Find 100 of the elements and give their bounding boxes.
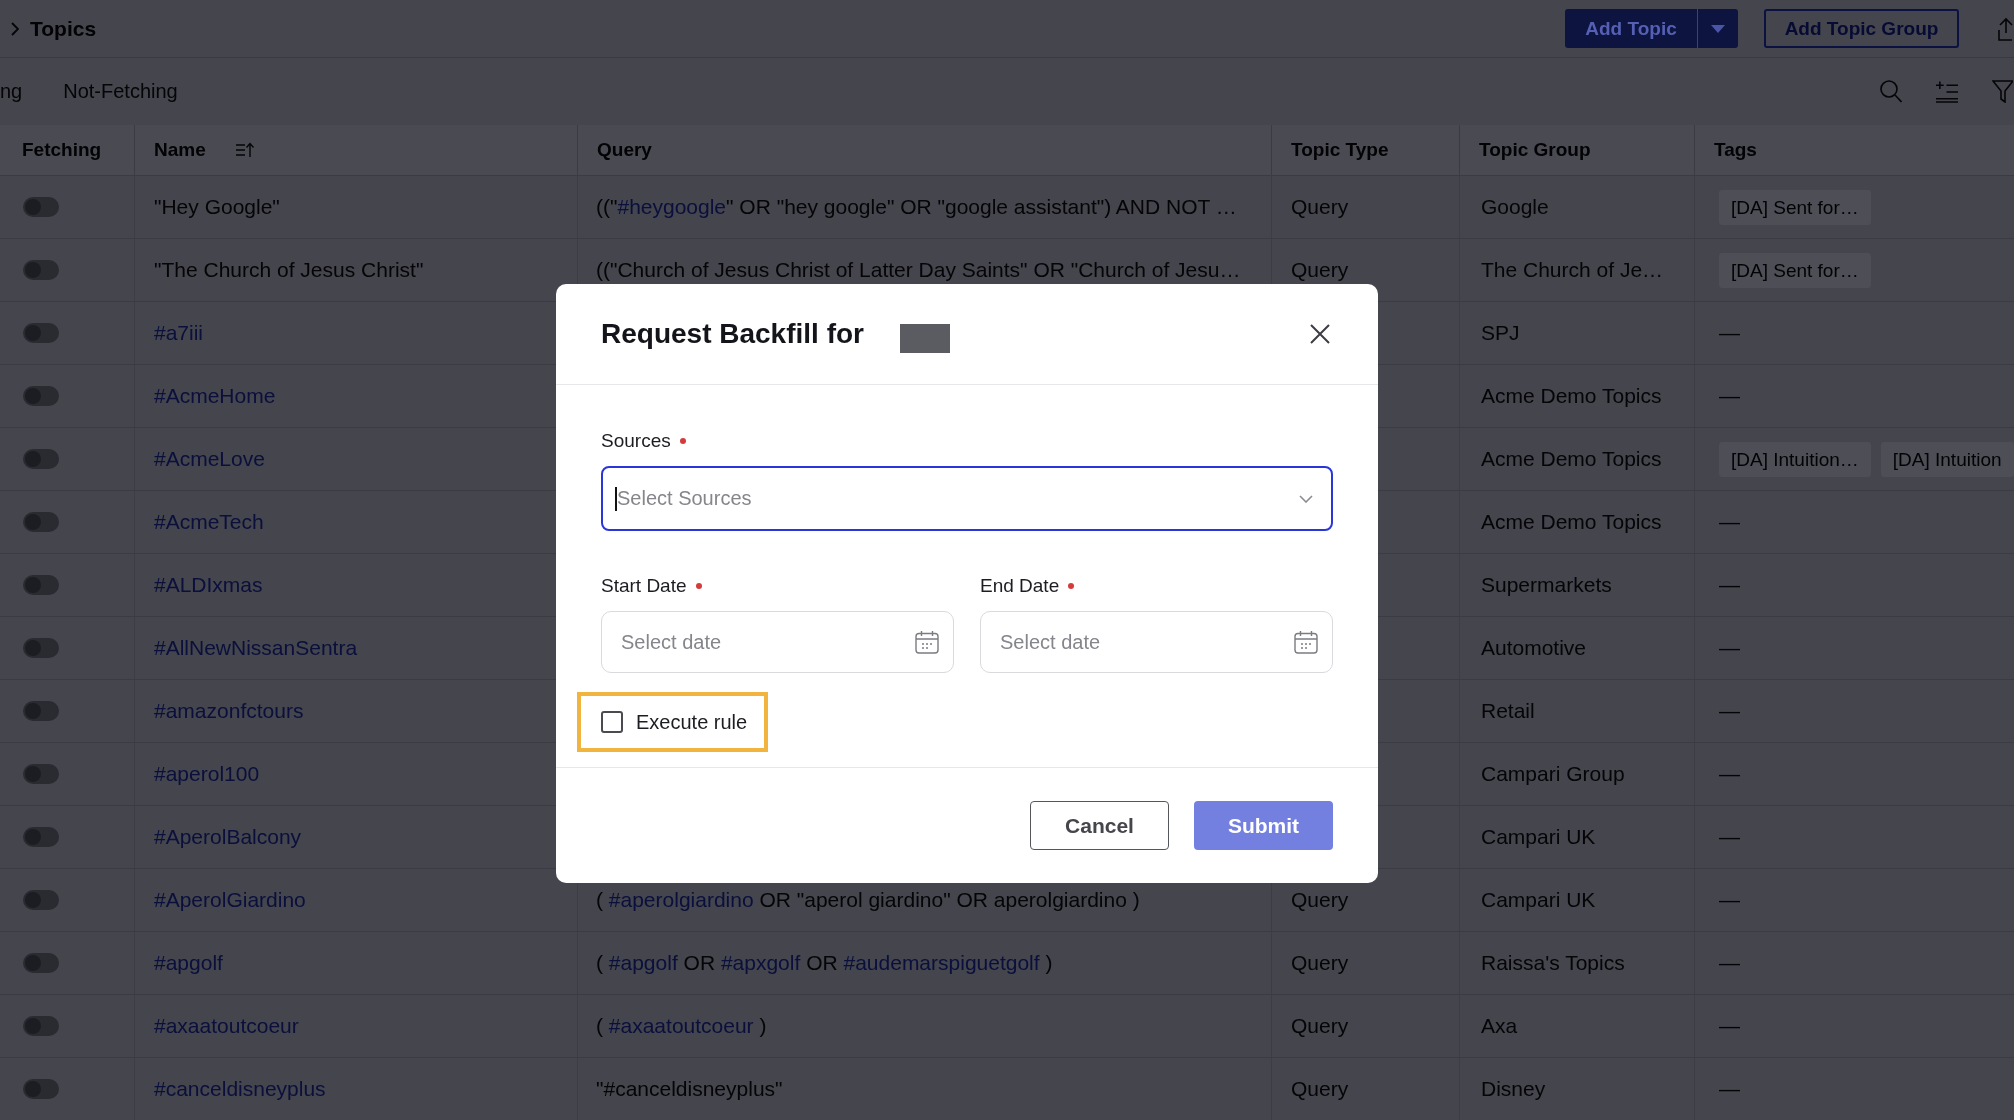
topic-group-text: The Church of Je… (1481, 258, 1664, 282)
topic-name-link[interactable]: #amazonfctours (154, 699, 304, 723)
topic-group-text: Acme Demo Topics (1481, 510, 1662, 534)
column-header: Fetching (22, 139, 102, 161)
empty-dash: — (1719, 825, 1740, 849)
topic-group-text: Disney (1481, 1077, 1546, 1101)
column-header: Query (597, 139, 652, 161)
topic-group-text: Retail (1481, 699, 1535, 723)
hashtag-link[interactable]: #apgolf (608, 951, 678, 974)
empty-dash: — (1719, 699, 1740, 723)
empty-dash: — (1719, 762, 1740, 786)
search-icon[interactable] (1880, 80, 1902, 103)
topic-type-text: Query (1291, 195, 1349, 219)
topic-name-link[interactable]: #aperol100 (154, 762, 260, 786)
cancel-button[interactable]: Cancel (1030, 801, 1169, 850)
toggle-switch[interactable] (23, 260, 59, 280)
topic-group-text: Campari UK (1481, 825, 1596, 849)
topic-type-text: Query (1291, 1014, 1349, 1038)
close-icon (1310, 324, 1330, 344)
filter-tab[interactable]: Not-Fetching (63, 80, 178, 103)
checkbox[interactable] (601, 711, 623, 733)
query-text: "#canceldisneyplus" (596, 1077, 783, 1101)
query-text: ( #apgolf OR #apxgolf OR #audemarspiguetgolf ) (596, 951, 1053, 975)
empty-dash: — (1719, 573, 1740, 597)
calendar-icon (915, 630, 939, 654)
topic-name-link[interactable]: #axaatoutcoeur (154, 1014, 299, 1038)
topic-group-text: Raissa's Topics (1481, 951, 1625, 975)
sources-select[interactable]: Select Sources (601, 466, 1333, 531)
query-text: (("#heygoogle" OR "hey google" OR "google assistant") AND NOT … (596, 195, 1237, 219)
list-plus-icon[interactable] (1936, 80, 1958, 103)
upload-icon[interactable] (1998, 16, 2013, 41)
empty-dash: — (1719, 321, 1740, 345)
topic-name-link[interactable]: #AperolGiardino (154, 888, 306, 912)
toggle-switch[interactable] (23, 197, 59, 217)
column-header: Topic Type (1291, 139, 1389, 161)
text-cursor-icon (615, 486, 617, 511)
toggle-switch[interactable] (23, 638, 59, 658)
hashtag-link[interactable]: #axaatoutcoeur (608, 1014, 754, 1037)
hashtag-link[interactable]: #audemarspiguetgolf (843, 951, 1040, 974)
topic-group-text: Google (1481, 195, 1549, 219)
query-text: ( #aperolgiardino OR "aperol giardino" OR aperolgiardino ) (596, 888, 1140, 912)
toggle-switch[interactable] (23, 449, 59, 469)
calendar-icon (1294, 630, 1318, 654)
toggle-switch[interactable] (23, 701, 59, 721)
hashtag-link[interactable]: #aperolgiardino (608, 888, 754, 911)
topic-type-text: Query (1291, 951, 1349, 975)
topic-group-text: Campari Group (1481, 762, 1625, 786)
topic-name-link[interactable]: #a7iii (154, 321, 204, 345)
topic-name-link[interactable]: #AllNewNissanSentra (154, 636, 358, 660)
topic-name-link[interactable]: #apgolf (154, 951, 223, 975)
toggle-switch[interactable] (23, 323, 59, 343)
toggle-switch[interactable] (23, 1079, 59, 1099)
hashtag-link[interactable]: #heygoogle (617, 195, 727, 218)
toggle-switch[interactable] (23, 1016, 59, 1036)
column-header: Topic Group (1479, 139, 1591, 161)
close-button[interactable] (1310, 324, 1330, 344)
dropdown-button[interactable] (1698, 9, 1738, 48)
tag-chip[interactable]: [DA] Sent for… (1719, 252, 1871, 288)
tag-chip[interactable]: [DA] Sent for… (1719, 189, 1871, 225)
topic-group-text: Axa (1481, 1014, 1518, 1038)
add-topic-button[interactable]: Add Topic (1565, 9, 1697, 48)
field-label: Start Date (601, 575, 687, 597)
topic-name-link[interactable]: #AcmeHome (154, 384, 276, 408)
topic-name-link[interactable]: #ALDIxmas (154, 573, 263, 597)
dialog-title: Request Backfill for (601, 318, 864, 350)
field-label: End Date (980, 575, 1060, 597)
empty-dash: — (1719, 1077, 1740, 1101)
toggle-switch[interactable] (23, 827, 59, 847)
topic-group-text: Automotive (1481, 636, 1587, 660)
topic-name-link[interactable]: #AcmeTech (154, 510, 264, 534)
topic-group-text: SPJ (1481, 321, 1520, 345)
topic-name-link[interactable]: "Hey Google" (154, 195, 280, 219)
checkbox-label[interactable]: Execute rule (636, 710, 748, 734)
toggle-switch[interactable] (23, 512, 59, 532)
toggle-switch[interactable] (23, 386, 59, 406)
sort-icon[interactable] (235, 142, 254, 158)
add-topic-group-button[interactable]: Add Topic Group (1764, 9, 1959, 48)
topic-type-text: Query (1291, 258, 1349, 282)
filter-icon[interactable] (1992, 80, 2013, 103)
topic-name-link[interactable]: #AcmeLove (154, 447, 265, 471)
tag-chip[interactable]: [DA] Intuition (1880, 441, 2014, 477)
date-field[interactable]: Select date (601, 611, 954, 673)
topic-name-link[interactable]: "The Church of Jesus Christ" (154, 258, 424, 282)
field-label: Sources (601, 430, 671, 452)
query-text: (("Church of Jesus Christ of Latter Day Saints" OR "Church of Jesu… (596, 258, 1241, 282)
tag-chip[interactable]: [DA] Intuition… (1719, 441, 1871, 477)
topic-type-text: Query (1291, 888, 1349, 912)
filter-tab[interactable]: ng (0, 80, 23, 103)
chevron-down-icon (1299, 494, 1313, 503)
toggle-switch[interactable] (23, 575, 59, 595)
topic-group-text: Supermarkets (1481, 573, 1612, 597)
topic-name-link[interactable]: #AperolBalcony (154, 825, 302, 849)
hashtag-link[interactable]: #apxgolf (720, 951, 801, 974)
toggle-switch[interactable] (23, 890, 59, 910)
toggle-switch[interactable] (23, 764, 59, 784)
empty-dash: — (1719, 1014, 1740, 1038)
toggle-switch[interactable] (23, 953, 59, 973)
date-field[interactable]: Select date (980, 611, 1333, 673)
topic-name-link[interactable]: #canceldisneyplus (154, 1077, 326, 1101)
query-text: ( #axaatoutcoeur ) (596, 1014, 767, 1038)
